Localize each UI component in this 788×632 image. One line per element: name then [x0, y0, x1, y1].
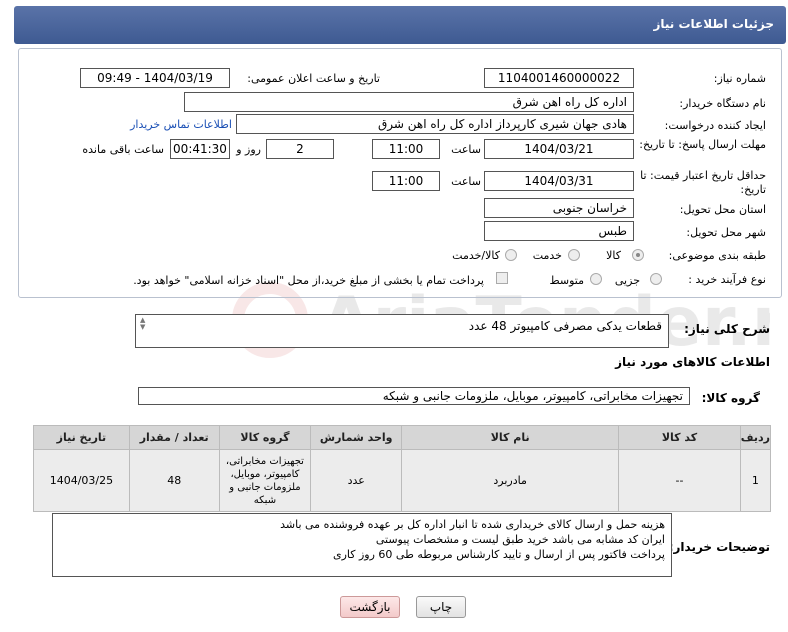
reply-date-field: 1404/03/21: [484, 139, 634, 159]
need-number-label: شماره نیاز:: [713, 72, 766, 85]
scroll-arrows-icon[interactable]: ▲ ▼: [140, 317, 150, 331]
general-desc-label: شرح کلی نیاز:: [684, 322, 770, 336]
announce-field: 1404/03/19 - 09:49: [80, 68, 230, 88]
col-goods-code: کد کالا: [618, 425, 741, 450]
back-button[interactable]: بازگشت: [340, 596, 400, 618]
goods-group-label: گروه کالا:: [701, 391, 760, 405]
col-row-number: ردیف: [739, 425, 772, 450]
buyer-org-label: نام دستگاه خریدار:: [679, 97, 766, 110]
cell-goods-name: مادربرد: [401, 449, 620, 512]
remaining-label: ساعت باقی مانده: [82, 143, 164, 156]
purchase-radio-medium[interactable]: [590, 273, 602, 285]
purchase-type-label: نوع فرآیند خرید :: [688, 273, 766, 286]
category-option-goods: کالا: [606, 249, 621, 262]
announce-label: تاریخ و ساعت اعلان عمومی:: [247, 72, 380, 85]
cell-need-date: 1404/03/25: [33, 449, 130, 512]
table-row[interactable]: 1404/03/25 48 تجهیزات مخابراتی، کامپیوتر…: [33, 449, 772, 512]
price-date-field: 1404/03/31: [484, 171, 634, 191]
price-time-field: 11:00: [372, 171, 440, 191]
cell-quantity: 48: [128, 449, 220, 512]
items-table: تاریخ نیاز تعداد / مقدار گروه کالا واحد …: [33, 425, 772, 512]
col-goods-group: گروه کالا: [218, 425, 312, 450]
price-validity-label: حداقل تاریخ اعتبار قیمت: تا تاریخ:: [640, 169, 766, 196]
reply-time-label: ساعت: [451, 143, 481, 156]
col-quantity: تعداد / مقدار: [128, 425, 220, 450]
treasury-payment-checkbox[interactable]: [496, 272, 508, 284]
page-header: جزئیات اطلاعات نیاز: [14, 6, 786, 44]
category-radio-goods[interactable]: [632, 249, 644, 261]
province-field: خراسان جنوبی: [484, 198, 634, 218]
cell-goods-code: --: [618, 449, 741, 512]
category-radio-service[interactable]: [568, 249, 580, 261]
buyer-notes-textarea[interactable]: هزینه حمل و ارسال کالای خریداری شده تا ا…: [52, 513, 672, 577]
reply-deadline-label: مهلت ارسال پاسخ: تا تاریخ:: [639, 138, 766, 151]
category-option-goods-service: کالا/خدمت: [452, 249, 500, 262]
general-desc-text: قطعات یدکی مصرفی کامپیوتر 48 عدد: [468, 319, 662, 333]
reply-time-field: 11:00: [372, 139, 440, 159]
city-field: طبس: [484, 221, 634, 241]
print-button[interactable]: چاپ: [416, 596, 466, 618]
category-radio-goods-service[interactable]: [505, 249, 517, 261]
need-number-field: 1104001460000022: [484, 68, 634, 88]
price-time-label: ساعت: [451, 175, 481, 188]
cell-goods-group: تجهیزات مخابراتی، کامپیوتر، موبایل، ملزو…: [218, 449, 312, 512]
creator-label: ایجاد کننده درخواست:: [664, 119, 766, 132]
general-desc-textarea[interactable]: ▲ ▼ قطعات یدکی مصرفی کامپیوتر 48 عدد: [135, 314, 669, 348]
col-need-date: تاریخ نیاز: [33, 425, 130, 450]
buyer-notes-line: ایران کد مشابه می باشد خرید طبق لیست و م…: [375, 533, 665, 546]
purchase-option-minor: جزیی: [614, 274, 640, 287]
category-label: طبقه بندی موضوعی:: [668, 249, 766, 262]
category-option-service: خدمت: [532, 249, 562, 262]
buyer-notes-label: توضیحات خریدار:: [668, 540, 770, 554]
purchase-radio-minor[interactable]: [650, 273, 662, 285]
purchase-option-medium: متوسط: [549, 274, 584, 287]
treasury-payment-note: پرداخت تمام یا بخشی از مبلغ خرید،از محل …: [133, 274, 484, 287]
city-label: شهر محل تحویل:: [686, 226, 766, 239]
remaining-time-field: 00:41:30: [170, 139, 230, 159]
days-label: روز و: [236, 143, 261, 156]
buyer-notes-line: پرداخت فاکتور پس از ارسال و تایید کارشنا…: [332, 548, 665, 561]
col-unit: واحد شمارش: [310, 425, 403, 450]
goods-info-title: اطلاعات کالاهای مورد نیاز: [615, 355, 770, 369]
goods-group-field: تجهیزات مخابراتی، کامپیوتر، موبایل، ملزو…: [138, 387, 690, 405]
province-label: استان محل تحویل:: [679, 203, 766, 216]
days-count-field: 2: [266, 139, 334, 159]
creator-field: هادی جهان شیری کارپرداز اداره کل راه اهن…: [236, 114, 634, 134]
cell-row-number: 1: [739, 449, 772, 512]
contact-buyer-link[interactable]: اطلاعات تماس خریدار: [130, 118, 232, 131]
cell-unit: عدد: [310, 449, 403, 512]
col-goods-name: نام کالا: [401, 425, 620, 450]
buyer-notes-line: هزینه حمل و ارسال کالای خریداری شده تا ا…: [280, 518, 665, 531]
buyer-org-field: اداره کل راه اهن شرق: [184, 92, 634, 112]
page-title: جزئیات اطلاعات نیاز: [653, 17, 774, 31]
